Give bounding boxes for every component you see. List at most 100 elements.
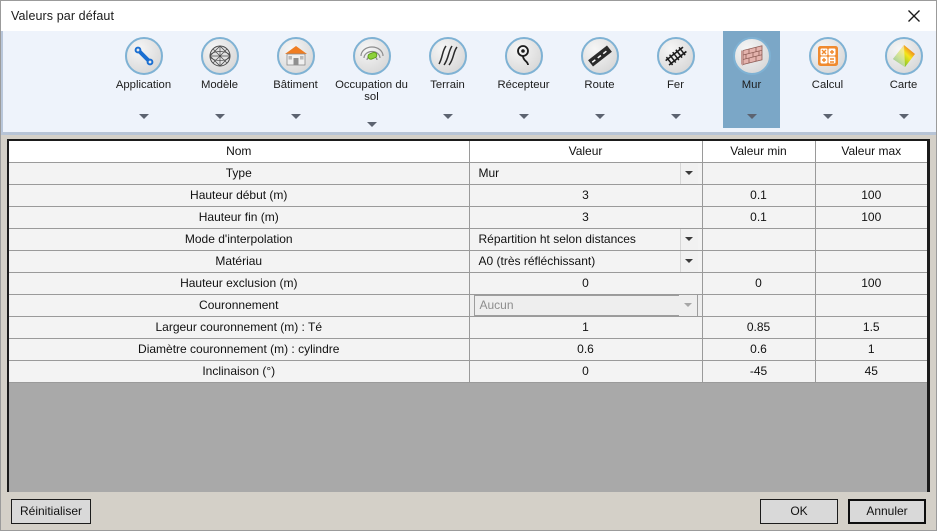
value-text: 3	[582, 188, 589, 202]
property-value-cell[interactable]: 1	[469, 316, 703, 339]
globe-mesh-icon	[200, 37, 239, 75]
table-row[interactable]: Hauteur exclusion (m) 0 0 100	[9, 272, 927, 295]
table-row[interactable]: Type Mur	[9, 162, 927, 185]
chevron-down-icon[interactable]	[898, 114, 909, 119]
window-title: Valeurs par défaut	[11, 9, 115, 23]
ribbon-item-b-timent[interactable]: Bâtiment	[267, 31, 324, 128]
chevron-down-icon[interactable]	[214, 114, 225, 119]
land-use-icon	[352, 37, 391, 75]
property-value-cell[interactable]: 3	[469, 206, 703, 229]
chevron-down-icon[interactable]	[138, 114, 149, 119]
ribbon-item-application[interactable]: Application	[115, 31, 172, 128]
chevron-down-icon[interactable]	[594, 114, 605, 119]
value-text: 1	[582, 320, 589, 334]
chevron-down-icon[interactable]	[366, 122, 377, 127]
property-value-cell[interactable]: 0.6	[469, 338, 703, 361]
grid-header-row: Nom Valeur Valeur min Valeur max	[9, 141, 927, 163]
value-input[interactable]: 3	[474, 185, 698, 206]
chevron-down-icon[interactable]	[822, 114, 833, 119]
value-text: 3	[582, 210, 589, 224]
dialog-footer: Réinitialiser OK Annuler	[1, 492, 936, 530]
properties-panel: Nom Valeur Valeur min Valeur max Type Mur…	[1, 135, 936, 492]
property-max: 100	[815, 184, 927, 207]
value-text: A0 (très réfléchissant)	[478, 254, 596, 268]
property-name: Largeur couronnement (m) : Té	[9, 316, 470, 339]
table-row[interactable]: Matériau A0 (très réfléchissant)	[9, 250, 927, 273]
default-values-dialog: Valeurs par défaut Application Modèle Bâti…	[0, 0, 937, 531]
property-min	[702, 162, 816, 185]
property-value-cell[interactable]: 3	[469, 184, 703, 207]
ribbon-item-label: Mur	[741, 79, 762, 91]
ribbon-item-occupation-du-sol[interactable]: Occupation du sol	[335, 31, 408, 128]
railway-icon	[656, 37, 695, 75]
close-button[interactable]	[892, 1, 936, 31]
property-min	[702, 228, 816, 251]
table-row[interactable]: Mode d'interpolation Répartition ht selon…	[9, 228, 927, 251]
properties-grid-frame: Nom Valeur Valeur min Valeur max Type Mur…	[7, 139, 930, 492]
ribbon-item-label: Fer	[667, 79, 684, 91]
wall-icon	[732, 37, 771, 75]
property-min: 0.6	[702, 338, 816, 361]
property-value-cell[interactable]: A0 (très réfléchissant)	[469, 250, 703, 273]
property-value-cell[interactable]: 0	[469, 360, 703, 383]
terrain-icon	[428, 37, 467, 75]
ribbon-item-calcul[interactable]: Calcul	[799, 31, 856, 128]
table-row[interactable]: Diamètre couronnement (m) : cylindre 0.6 0…	[9, 338, 927, 361]
table-row[interactable]: Inclinaison (°) 0 -45 45	[9, 360, 927, 383]
ribbon-item-mod-le[interactable]: Modèle	[191, 31, 248, 128]
property-min: 0.1	[702, 206, 816, 229]
chevron-down-icon[interactable]	[679, 250, 698, 271]
colormap-icon	[884, 37, 923, 75]
ribbon-item-fer[interactable]: Fer	[647, 31, 704, 128]
value-input[interactable]: 1	[474, 317, 698, 338]
value-input[interactable]: 0	[474, 361, 698, 382]
property-name: Matériau	[9, 250, 470, 273]
property-max	[815, 294, 927, 317]
chevron-down-icon[interactable]	[290, 114, 301, 119]
property-min: 0.85	[702, 316, 816, 339]
property-name: Couronnement	[9, 294, 470, 317]
property-value-cell[interactable]: Aucun	[469, 294, 703, 317]
property-max	[815, 250, 927, 273]
property-value-cell[interactable]: Mur	[469, 162, 703, 185]
ribbon-items: Application Modèle Bâtiment Occupation du s…	[3, 31, 936, 132]
ribbon-item-r-cepteur[interactable]: Récepteur	[495, 31, 552, 128]
value-dropdown[interactable]: Mur	[474, 162, 698, 183]
grid-empty-area	[9, 382, 927, 492]
property-max	[815, 228, 927, 251]
properties-grid: Nom Valeur Valeur min Valeur max Type Mur…	[9, 141, 927, 492]
table-row[interactable]: Hauteur début (m) 3 0.1 100	[9, 184, 927, 207]
value-input[interactable]: 3	[474, 207, 698, 228]
property-value-cell[interactable]: Répartition ht selon distances	[469, 228, 703, 251]
chevron-down-icon[interactable]	[670, 114, 681, 119]
road-icon	[580, 37, 619, 75]
value-dropdown[interactable]: Répartition ht selon distances	[474, 228, 698, 249]
table-row[interactable]: Largeur couronnement (m) : Té 1 0.85 1.5	[9, 316, 927, 339]
value-input[interactable]: 0.6	[474, 339, 698, 360]
chevron-down-icon[interactable]	[518, 114, 529, 119]
ok-button[interactable]: OK	[760, 498, 838, 524]
value-dropdown: Aucun	[473, 294, 698, 315]
value-input[interactable]: 0	[474, 273, 698, 294]
property-name: Type	[9, 162, 470, 185]
chevron-down-icon[interactable]	[679, 228, 698, 249]
cancel-button[interactable]: Annuler	[848, 498, 926, 524]
value-dropdown[interactable]: A0 (très réfléchissant)	[474, 250, 698, 271]
ribbon-item-terrain[interactable]: Terrain	[419, 31, 476, 128]
ribbon-item-carte[interactable]: Carte	[875, 31, 932, 128]
reset-button[interactable]: Réinitialiser	[11, 498, 91, 524]
chevron-down-icon[interactable]	[442, 114, 453, 119]
property-value-cell[interactable]: 0	[469, 272, 703, 295]
value-text: Répartition ht selon distances	[478, 232, 636, 246]
property-min	[702, 250, 816, 273]
table-row[interactable]: Couronnement Aucun	[9, 294, 927, 317]
chevron-down-icon[interactable]	[679, 162, 698, 183]
chevron-down-icon[interactable]	[746, 114, 757, 119]
property-max: 100	[815, 272, 927, 295]
ribbon-item-label: Occupation du sol	[335, 79, 408, 103]
property-max: 100	[815, 206, 927, 229]
ribbon-item-mur[interactable]: Mur	[723, 31, 780, 128]
table-row[interactable]: Hauteur fin (m) 3 0.1 100	[9, 206, 927, 229]
ribbon-item-route[interactable]: Route	[571, 31, 628, 128]
property-min	[702, 294, 816, 317]
